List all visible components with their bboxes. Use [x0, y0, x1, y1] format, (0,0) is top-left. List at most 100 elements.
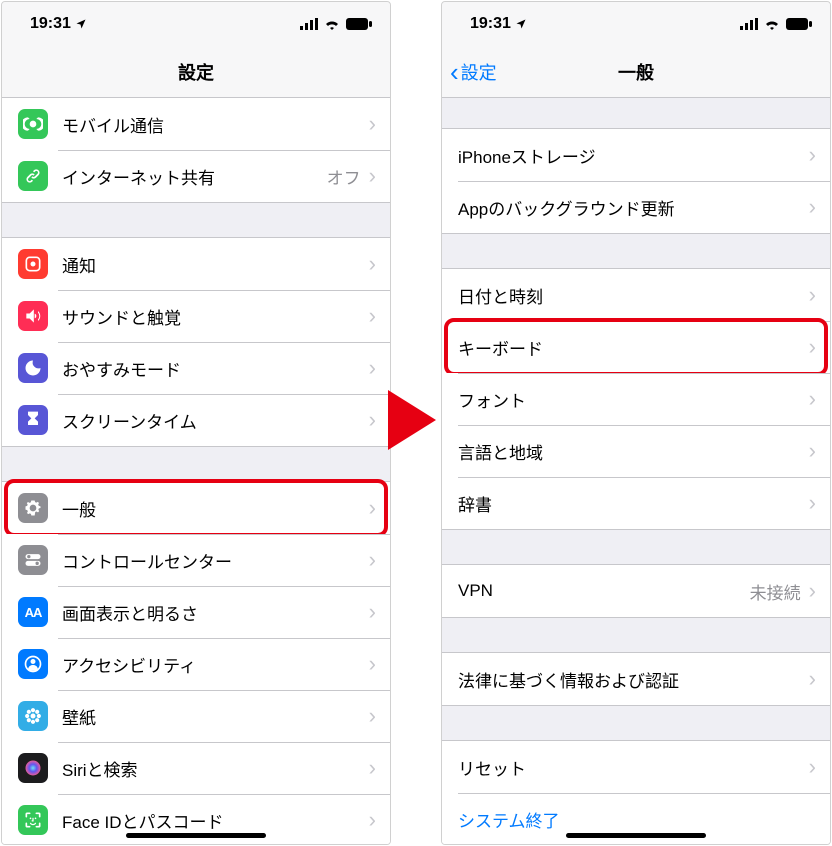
home-indicator[interactable] — [126, 833, 266, 838]
settings-row[interactable]: リセット› — [442, 741, 830, 793]
row-label: 画面表示と明るさ — [62, 600, 369, 625]
row-value: オフ — [327, 164, 361, 189]
chevron-right-icon: › — [369, 651, 376, 677]
chevron-right-icon: › — [369, 163, 376, 189]
chevron-right-icon: › — [369, 495, 376, 521]
settings-row[interactable]: モバイル通信› — [2, 98, 390, 150]
status-bar: 19:31 — [442, 2, 830, 46]
chevron-right-icon: › — [809, 666, 816, 692]
nav-header: ‹ 設定 一般 — [442, 46, 830, 98]
row-label: システム終了 — [458, 807, 816, 832]
location-icon — [515, 18, 527, 30]
settings-list[interactable]: モバイル通信›インターネット共有オフ›通知›サウンドと触覚›おやすみモード›スク… — [2, 98, 390, 845]
chevron-right-icon: › — [369, 755, 376, 781]
hourglass-icon — [18, 405, 48, 435]
row-label: Appのバックグラウンド更新 — [458, 195, 809, 220]
chevron-right-icon: › — [369, 547, 376, 573]
chevron-right-icon: › — [809, 194, 816, 220]
settings-row[interactable]: iPhoneストレージ› — [442, 129, 830, 181]
settings-row[interactable]: 言語と地域› — [442, 425, 830, 477]
settings-row[interactable]: 壁紙› — [2, 690, 390, 742]
back-button[interactable]: ‹ 設定 — [450, 46, 497, 97]
chevron-right-icon: › — [809, 142, 816, 168]
row-label: iPhoneストレージ — [458, 143, 809, 168]
settings-row[interactable]: スクリーンタイム› — [2, 394, 390, 446]
status-time: 19:31 — [470, 15, 511, 33]
chevron-right-icon: › — [369, 407, 376, 433]
wifi-icon — [764, 18, 780, 30]
AA-icon: AA — [18, 597, 48, 627]
row-label: 一般 — [62, 496, 369, 521]
settings-row[interactable]: 辞書› — [442, 477, 830, 529]
row-label: 壁紙 — [62, 704, 369, 729]
row-label: インターネット共有 — [62, 164, 327, 189]
settings-row[interactable]: コントロールセンター› — [2, 534, 390, 586]
chevron-right-icon: › — [809, 282, 816, 308]
battery-icon — [346, 18, 372, 30]
settings-row[interactable]: 通知› — [2, 238, 390, 290]
row-label: 言語と地域 — [458, 439, 809, 464]
settings-row[interactable]: サウンドと触覚› — [2, 290, 390, 342]
chevron-right-icon: › — [369, 703, 376, 729]
faceid-icon — [18, 805, 48, 835]
page-title: 一般 — [618, 59, 654, 85]
settings-row[interactable]: おやすみモード› — [2, 342, 390, 394]
row-label: VPN — [458, 581, 750, 601]
settings-row[interactable]: キーボード› — [442, 321, 830, 373]
gear-icon — [18, 493, 48, 523]
link-icon — [18, 161, 48, 191]
row-label: 辞書 — [458, 491, 809, 516]
cellular-icon — [740, 18, 758, 30]
general-screen: 19:31 ‹ 設定 — [441, 1, 831, 845]
moon-icon — [18, 353, 48, 383]
settings-row[interactable]: アクセシビリティ› — [2, 638, 390, 690]
chevron-right-icon: › — [369, 599, 376, 625]
status-time: 19:31 — [30, 15, 71, 33]
settings-row[interactable]: VPN未接続 › — [442, 565, 830, 617]
row-label: Siriと検索 — [62, 756, 369, 781]
home-indicator[interactable] — [566, 833, 706, 838]
chevron-right-icon: › — [809, 438, 816, 464]
settings-row[interactable]: 法律に基づく情報および認証› — [442, 653, 830, 705]
row-label: アクセシビリティ — [62, 652, 369, 677]
chevron-right-icon: › — [809, 754, 816, 780]
location-icon — [75, 18, 87, 30]
settings-row[interactable]: Siriと検索› — [2, 742, 390, 794]
row-label: コントロールセンター — [62, 548, 369, 573]
settings-row[interactable]: フォント› — [442, 373, 830, 425]
cellular-icon — [300, 18, 318, 30]
chevron-right-icon: › — [369, 111, 376, 137]
row-value: 未接続 — [750, 579, 801, 604]
row-label: 日付と時刻 — [458, 283, 809, 308]
flow-arrow-icon — [388, 390, 436, 450]
chevron-left-icon: ‹ — [450, 59, 459, 85]
back-label: 設定 — [461, 59, 497, 85]
row-label: サウンドと触覚 — [62, 304, 369, 329]
chevron-right-icon: › — [809, 490, 816, 516]
settings-screen: 19:31 設定 モバイル通信›インターネット共有オフ›通知› — [1, 1, 391, 845]
speaker-icon — [18, 301, 48, 331]
chevron-right-icon: › — [369, 251, 376, 277]
chevron-right-icon: › — [369, 807, 376, 833]
bell-icon — [18, 249, 48, 279]
general-list[interactable]: iPhoneストレージ›Appのバックグラウンド更新›日付と時刻›キーボード›フ… — [442, 98, 830, 845]
settings-row[interactable]: インターネット共有オフ › — [2, 150, 390, 202]
row-label: スクリーンタイム — [62, 408, 369, 433]
settings-row[interactable]: AA 画面表示と明るさ› — [2, 586, 390, 638]
row-label: リセット — [458, 755, 809, 780]
settings-row[interactable]: Appのバックグラウンド更新› — [442, 181, 830, 233]
antenna-icon — [18, 109, 48, 139]
settings-row[interactable]: 日付と時刻› — [442, 269, 830, 321]
row-label: キーボード — [458, 335, 809, 360]
flower-icon — [18, 701, 48, 731]
chevron-right-icon: › — [369, 303, 376, 329]
nav-header: 設定 — [2, 46, 390, 98]
siri-icon — [18, 753, 48, 783]
chevron-right-icon: › — [809, 578, 816, 604]
wifi-icon — [324, 18, 340, 30]
settings-row[interactable]: 一般› — [2, 482, 390, 534]
person-icon — [18, 649, 48, 679]
page-title: 設定 — [178, 59, 214, 85]
row-label: おやすみモード — [62, 356, 369, 381]
switches-icon — [18, 545, 48, 575]
